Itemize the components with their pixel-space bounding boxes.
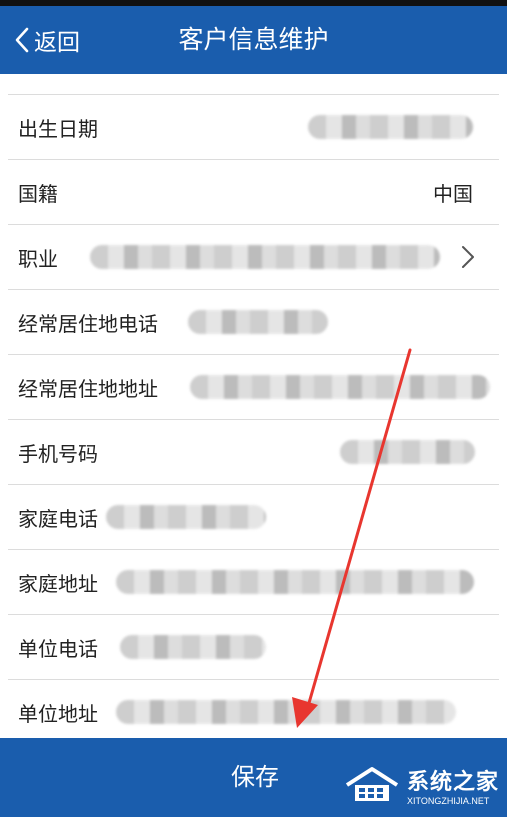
back-button[interactable]: 返回 [14, 6, 80, 74]
house-logo-icon [345, 767, 399, 801]
row-label: 职业 [18, 246, 58, 271]
row-work-phone[interactable]: 单位电话 [8, 615, 499, 680]
row-home-phone[interactable]: 家庭电话 [8, 485, 499, 550]
watermark-title: 系统之家 [406, 770, 499, 795]
row-label: 单位电话 [18, 636, 98, 661]
row-label: 国籍 [18, 181, 58, 206]
back-label: 返回 [34, 30, 80, 56]
watermark-url: XITONGZHIJIA.NET [406, 796, 490, 806]
redacted-value [308, 115, 473, 139]
footer-bar: 保存 系统之家 XITONGZHIJIA.NET [0, 738, 507, 817]
redacted-value [106, 505, 266, 529]
app-header: 返回 客户信息维护 [0, 6, 507, 74]
watermark: 系统之家 XITONGZHIJIA.NET [343, 764, 499, 806]
list-top-divider [8, 74, 499, 95]
row-work-address[interactable]: 单位地址 [8, 680, 499, 745]
redacted-value [116, 700, 456, 724]
row-label: 出生日期 [18, 116, 98, 141]
row-birth-date[interactable]: 出生日期 [8, 95, 499, 160]
redacted-value [90, 245, 440, 269]
row-label: 手机号码 [18, 441, 98, 466]
row-residence-address[interactable]: 经常居住地地址 [8, 355, 499, 420]
row-label: 单位地址 [18, 701, 98, 726]
row-label: 经常居住地电话 [18, 311, 158, 336]
redacted-value [116, 570, 474, 594]
redacted-value [120, 635, 266, 659]
nationality-value: 中国 [433, 181, 473, 206]
row-label: 经常居住地地址 [18, 376, 158, 401]
redacted-value [188, 310, 328, 334]
redacted-value [340, 440, 475, 464]
row-label: 家庭电话 [18, 506, 98, 531]
save-button[interactable]: 保存 [180, 738, 330, 817]
chevron-left-icon [15, 27, 29, 53]
row-nationality[interactable]: 国籍 中国 [8, 160, 499, 225]
row-home-address[interactable]: 家庭地址 [8, 550, 499, 615]
row-residence-phone[interactable]: 经常居住地电话 [8, 290, 499, 355]
redacted-value [190, 375, 490, 399]
row-mobile-number[interactable]: 手机号码 [8, 420, 499, 485]
row-label: 家庭地址 [18, 571, 98, 596]
chevron-right-icon [462, 246, 474, 268]
customer-info-form: 出生日期 国籍 中国 职业 经常居住地电话 经常居住地地址 手机号码 家庭电话 … [0, 74, 507, 745]
row-occupation[interactable]: 职业 [8, 225, 499, 290]
